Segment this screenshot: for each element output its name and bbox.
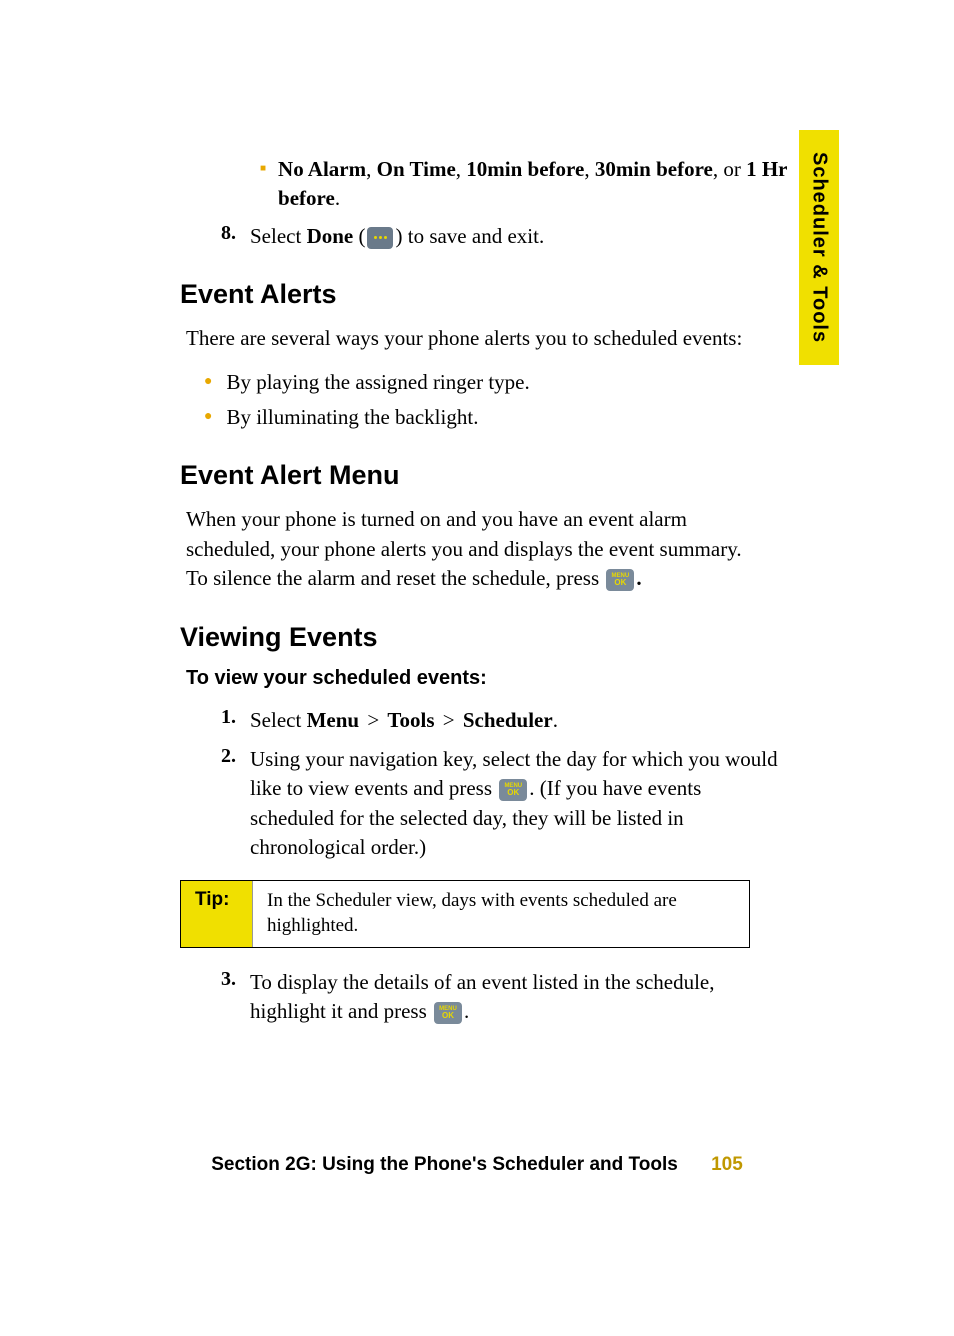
event-alerts-bullet-2: ● By illuminating the backlight. (204, 403, 834, 432)
page-footer: Section 2G: Using the Phone's Scheduler … (0, 1154, 954, 1176)
menu-ok-icon: MENUOK (434, 1002, 462, 1024)
event-alerts-bullet-1: ● By playing the assigned ringer type. (204, 368, 834, 397)
heading-event-alerts: Event Alerts (180, 279, 834, 310)
step-8-text: Select Done () to save and exit. (250, 222, 544, 251)
event-alerts-intro: There are several ways your phone alerts… (186, 324, 746, 353)
step-1: 1. Select Menu > Tools > Scheduler. (200, 706, 834, 735)
square-bullet-icon: ■ (260, 163, 266, 174)
step-number: 8. (200, 222, 236, 245)
done-label: Done (307, 224, 354, 248)
tip-label: Tip: (181, 881, 253, 946)
tools-label: Tools (387, 708, 434, 732)
step-3-text: To display the details of an event liste… (250, 968, 780, 1027)
alarm-opt-no-alarm: No Alarm (278, 157, 366, 181)
heading-viewing-events: Viewing Events (180, 622, 834, 653)
alarm-opt-30min: 30min before (595, 157, 713, 181)
step-8: 8. Select Done () to save and exit. (200, 222, 834, 251)
alarm-opt-10min: 10min before (466, 157, 584, 181)
menu-ok-icon: MENUOK (499, 779, 527, 801)
circle-bullet-icon: ● (204, 409, 212, 425)
bullet-text: By illuminating the backlight. (226, 403, 478, 432)
menu-label: Menu (307, 708, 360, 732)
tip-text: In the Scheduler view, days with events … (253, 881, 749, 946)
side-tab-label: Scheduler & Tools (808, 152, 831, 343)
alarm-options-text: No Alarm, On Time, 10min before, 30min b… (278, 155, 808, 214)
bullet-text: By playing the assigned ringer type. (226, 368, 529, 397)
step-number: 3. (200, 968, 236, 991)
side-tab: Scheduler & Tools (799, 130, 839, 365)
step-1-text: Select Menu > Tools > Scheduler. (250, 706, 558, 735)
softkey-dots-icon (367, 227, 393, 249)
tip-box: Tip: In the Scheduler view, days with ev… (180, 880, 750, 947)
step-2: 2. Using your navigation key, select the… (200, 745, 834, 863)
step-2-text: Using your navigation key, select the da… (250, 745, 780, 863)
alarm-opt-on-time: On Time (377, 157, 456, 181)
alarm-options-bullet: ■ No Alarm, On Time, 10min before, 30min… (260, 155, 834, 214)
footer-page-number: 105 (711, 1154, 743, 1175)
footer-section: Section 2G: Using the Phone's Scheduler … (211, 1154, 678, 1175)
subhead-view-events: To view your scheduled events: (186, 667, 834, 690)
circle-bullet-icon: ● (204, 374, 212, 390)
event-alert-menu-para: When your phone is turned on and you hav… (186, 505, 746, 593)
step-number: 1. (200, 706, 236, 729)
step-number: 2. (200, 745, 236, 768)
scheduler-label: Scheduler (463, 708, 553, 732)
step-3: 3. To display the details of an event li… (200, 968, 834, 1027)
menu-ok-icon: MENUOK (606, 569, 634, 591)
heading-event-alert-menu: Event Alert Menu (180, 460, 834, 491)
